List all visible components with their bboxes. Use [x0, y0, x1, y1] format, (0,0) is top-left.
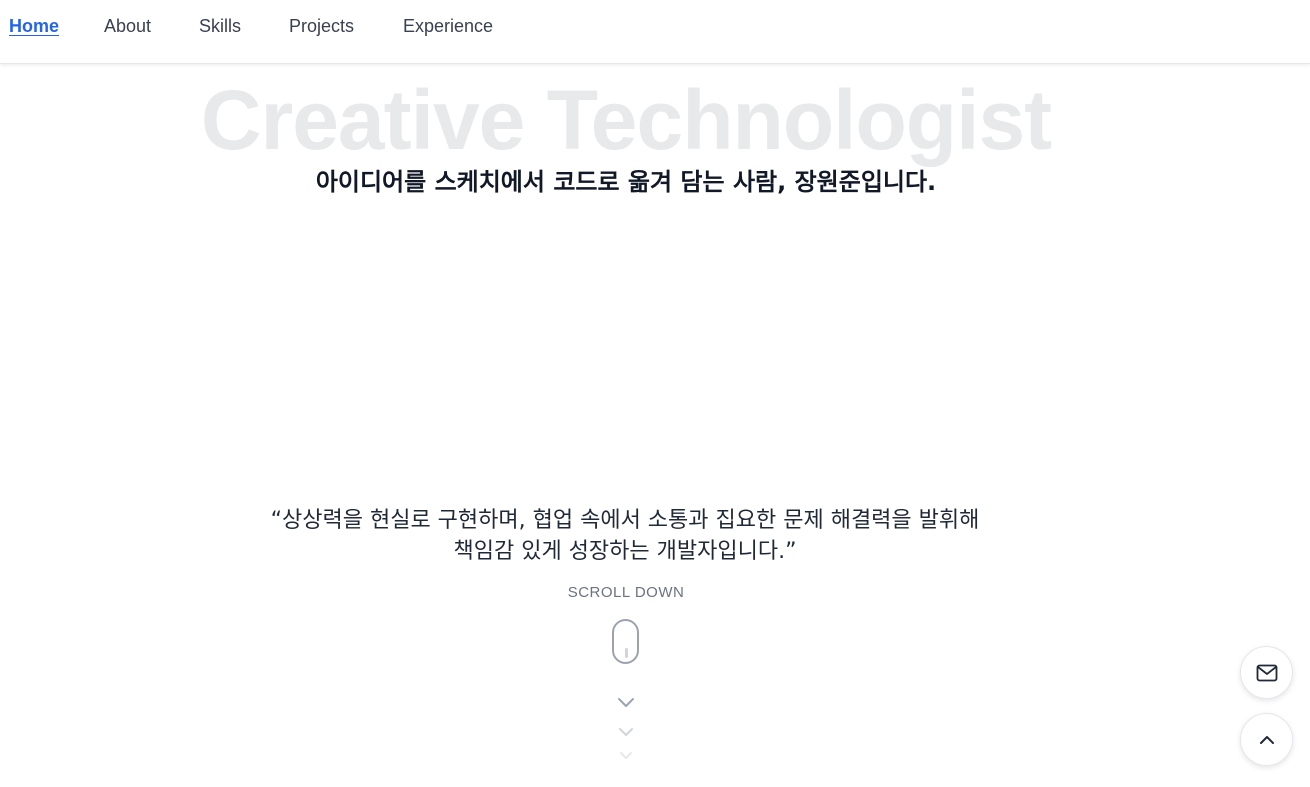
nav-link-skills[interactable]: Skills: [199, 14, 241, 38]
hero-background-title: Creative Technologist: [200, 73, 1052, 167]
hero-quote-line-2: 책임감 있게 성장하는 개발자입니다.”: [453, 539, 797, 564]
contact-mail-button[interactable]: [1240, 646, 1293, 699]
mail-icon: [1256, 664, 1277, 681]
top-navigation: Home About Skills Projects Experience: [0, 0, 1310, 64]
chevron-down-icon: [619, 728, 633, 736]
hero-quote: “상상력을 현실로 구현하며, 협업 속에서 소통과 집요한 문제 해결력을 발…: [175, 505, 1075, 567]
scroll-wheel-dot: [625, 648, 628, 658]
scroll-down-label: SCROLL DOWN: [567, 584, 685, 601]
hero-quote-line-1: “상상력을 현실로 구현하며, 협업 속에서 소통과 집요한 문제 해결력을 발…: [270, 508, 980, 533]
scroll-mouse-icon: [612, 619, 639, 664]
nav-link-about[interactable]: About: [104, 14, 151, 38]
nav-link-experience[interactable]: Experience: [403, 14, 493, 38]
chevron-up-icon: [1259, 735, 1274, 744]
nav-link-home[interactable]: Home: [9, 14, 59, 38]
scroll-to-top-button[interactable]: [1240, 713, 1293, 766]
page: Home About Skills Projects Experience Cr…: [0, 0, 1310, 787]
chevron-down-icon: [618, 698, 634, 707]
nav-link-projects[interactable]: Projects: [289, 14, 354, 38]
hero-subtitle: 아이디어를 스케치에서 코드로 옮겨 담는 사람, 장원준입니다.: [315, 168, 937, 196]
chevron-down-icon: [620, 752, 632, 759]
